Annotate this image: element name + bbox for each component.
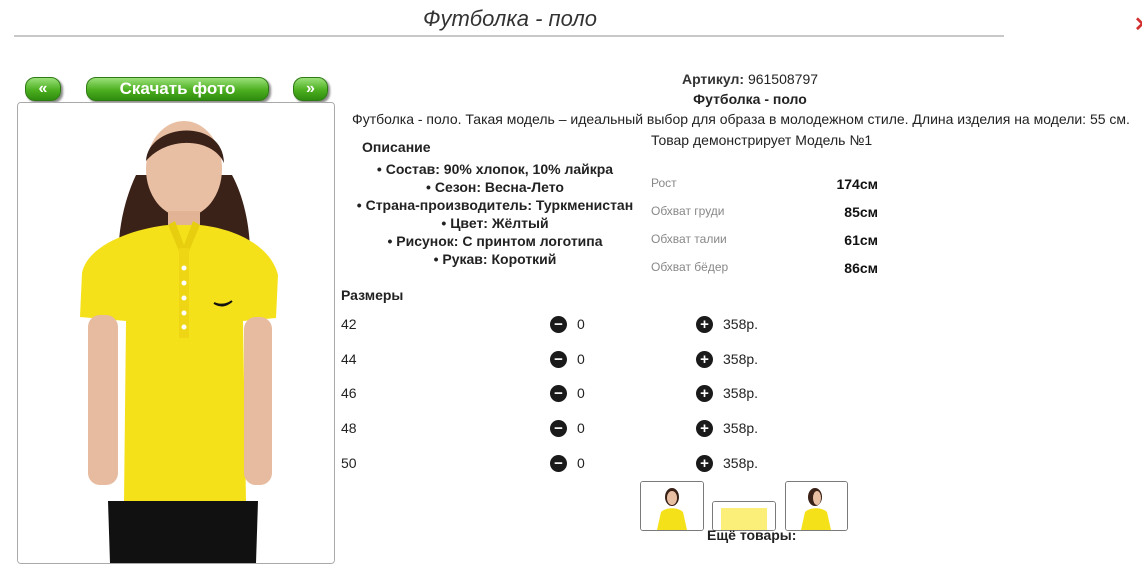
size-price: 358р. <box>723 316 759 332</box>
product-description: Футболка - поло. Такая модель – идеальны… <box>352 111 1130 127</box>
details-item-text: Страна-производитель: Туркменистан <box>365 197 634 213</box>
page-title: Футболка - поло <box>422 6 598 31</box>
details-item: • Рисунок: С принтом логотипа <box>387 233 603 249</box>
details-item: • Рукав: Короткий <box>433 251 557 267</box>
size-label: 48 <box>341 420 357 436</box>
title-divider <box>14 35 1004 37</box>
model-demo-text: Товар демонстрирует Модель №1 <box>651 132 873 148</box>
measurement-value: 174см <box>836 176 878 192</box>
thumbnail-image <box>713 502 775 530</box>
details-list: • Состав: 90% хлопок, 10% лайкра • Сезон… <box>340 161 650 269</box>
quantity-value: 0 <box>577 385 585 401</box>
plus-icon[interactable]: + <box>696 385 713 402</box>
measurement-value: 61см <box>844 232 878 248</box>
close-icon[interactable]: ✕ <box>1134 12 1142 37</box>
minus-icon[interactable]: − <box>550 351 567 368</box>
article-line: Артикул: 961508797 <box>600 71 900 87</box>
details-item-text: Состав: 90% хлопок, 10% лайкра <box>385 161 614 177</box>
product-name: Футболка - поло <box>693 91 807 107</box>
article-value: 961508797 <box>747 71 819 87</box>
minus-icon[interactable]: − <box>550 385 567 402</box>
thumbnail-image <box>786 482 847 530</box>
details-item-text: Цвет: Жёлтый <box>450 215 549 231</box>
plus-icon[interactable]: + <box>696 316 713 333</box>
size-price: 358р. <box>723 455 759 471</box>
product-photo <box>17 102 335 564</box>
details-item: • Страна-производитель: Туркменистан <box>356 197 634 213</box>
details-item: • Состав: 90% хлопок, 10% лайкра <box>376 161 614 177</box>
minus-icon[interactable]: − <box>550 316 567 333</box>
size-label: 42 <box>341 316 357 332</box>
quantity-value: 0 <box>577 351 585 367</box>
details-item-text: Сезон: Весна-Лето <box>434 179 564 195</box>
measurement-value: 85см <box>844 204 878 220</box>
plus-icon[interactable]: + <box>696 351 713 368</box>
plus-icon[interactable]: + <box>696 455 713 472</box>
size-price: 358р. <box>723 385 759 401</box>
prev-photo-button[interactable]: « <box>25 77 61 101</box>
quantity-value: 0 <box>577 455 585 471</box>
thumbnail-3[interactable] <box>785 481 848 531</box>
article-label: Артикул: <box>681 71 745 87</box>
details-item: • Цвет: Жёлтый <box>441 215 549 231</box>
minus-icon[interactable]: − <box>550 455 567 472</box>
next-photo-button[interactable]: » <box>293 77 328 101</box>
measurement-label: Рост <box>651 176 677 190</box>
measurement-label: Обхват талии <box>651 232 727 246</box>
measurement-label: Обхват груди <box>651 204 725 218</box>
measurement-label: Обхват бёдер <box>651 260 729 274</box>
minus-icon[interactable]: − <box>550 420 567 437</box>
size-price: 358р. <box>723 420 759 436</box>
quantity-value: 0 <box>577 316 585 332</box>
download-photo-button[interactable]: Скачать фото <box>86 77 269 101</box>
thumbnail-1[interactable] <box>640 481 704 531</box>
size-label: 44 <box>341 351 357 367</box>
size-price: 358р. <box>723 351 759 367</box>
details-title: Описание <box>362 139 431 155</box>
sizes-title: Размеры <box>341 287 404 303</box>
more-goods-label: Ещё товары: <box>707 527 797 543</box>
thumbnail-image <box>641 482 703 530</box>
details-item-text: Рукав: Короткий <box>442 251 557 267</box>
measurement-value: 86см <box>844 260 878 276</box>
size-label: 50 <box>341 455 357 471</box>
details-item-text: Рисунок: С принтом логотипа <box>396 233 603 249</box>
size-label: 46 <box>341 385 357 401</box>
plus-icon[interactable]: + <box>696 420 713 437</box>
details-item: • Сезон: Весна-Лето <box>426 179 564 195</box>
model-photo-illustration <box>18 103 334 563</box>
quantity-value: 0 <box>577 420 585 436</box>
